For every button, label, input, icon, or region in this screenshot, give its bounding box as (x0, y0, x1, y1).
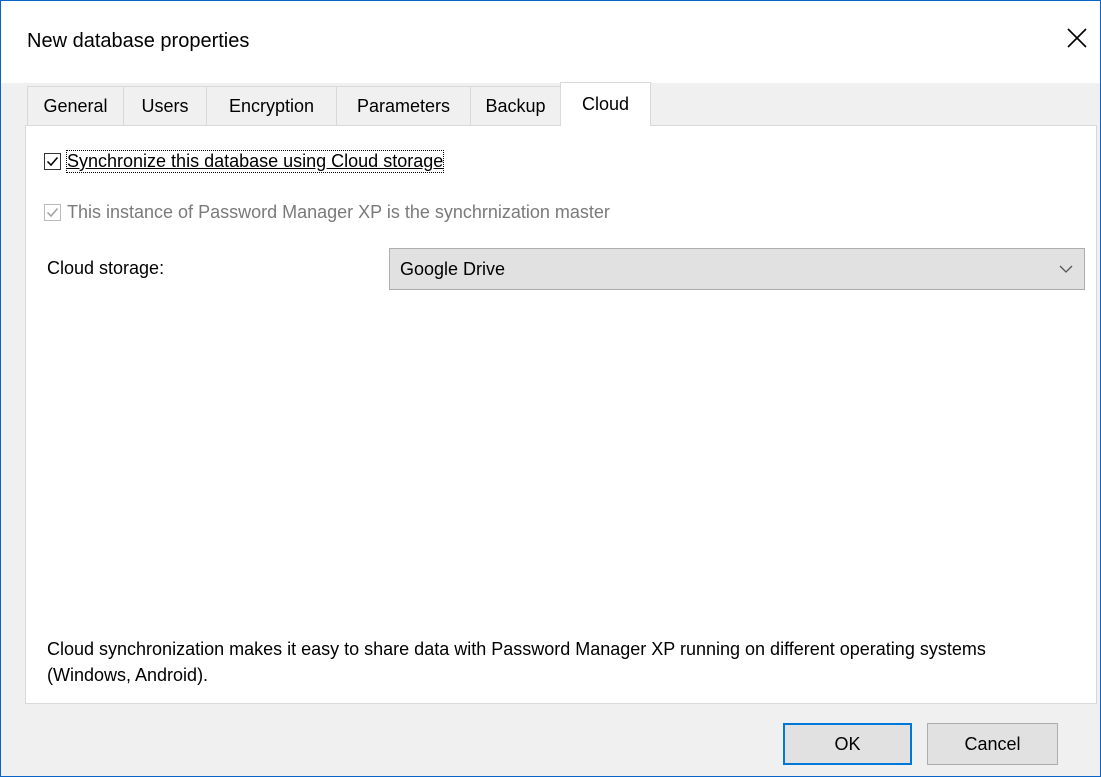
tab-encryption[interactable]: Encryption (206, 86, 337, 125)
checkmark-icon (46, 157, 59, 167)
sync-checkbox-row[interactable]: Synchronize this database using Cloud st… (44, 150, 445, 173)
tab-backup[interactable]: Backup (470, 86, 561, 125)
close-icon[interactable] (1054, 15, 1100, 61)
chevron-down-icon (1048, 249, 1084, 289)
cloud-tab-panel: Synchronize this database using Cloud st… (25, 125, 1097, 704)
cloud-storage-label: Cloud storage: (47, 258, 165, 278)
title-bar: New database properties (1, 1, 1100, 83)
tab-parameters[interactable]: Parameters (336, 86, 471, 125)
sync-checkbox[interactable] (44, 153, 61, 170)
cancel-button[interactable]: Cancel (927, 723, 1058, 765)
tab-cloud[interactable]: Cloud (560, 82, 651, 126)
dialog-window: New database properties General Users En… (0, 0, 1101, 777)
ok-button[interactable]: OK (783, 723, 912, 765)
master-checkbox (44, 204, 61, 221)
cloud-storage-select[interactable]: Google Drive (389, 248, 1085, 290)
master-checkbox-row: This instance of Password Manager XP is … (44, 202, 610, 223)
master-checkbox-label: This instance of Password Manager XP is … (67, 202, 610, 222)
tab-general[interactable]: General (27, 86, 124, 125)
sync-checkbox-label[interactable]: Synchronize this database using Cloud st… (65, 150, 445, 173)
tab-users[interactable]: Users (123, 86, 207, 125)
window-title: New database properties (27, 30, 250, 52)
checkmark-icon (46, 208, 59, 218)
cloud-storage-value: Google Drive (400, 258, 506, 279)
cloud-description: Cloud synchronization makes it easy to s… (47, 639, 986, 685)
